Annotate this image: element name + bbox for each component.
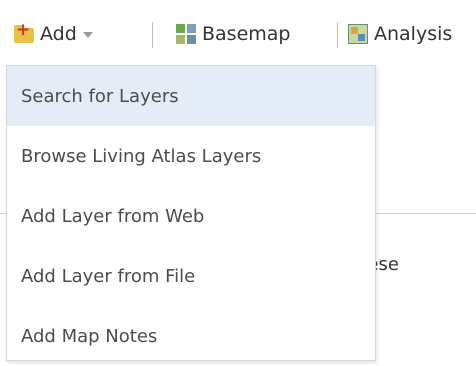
menu-item-search-for-layers[interactable]: Search for Layers xyxy=(7,66,375,126)
menu-item-label: Search for Layers xyxy=(21,85,179,107)
menu-item-add-layer-from-file[interactable]: Add Layer from File xyxy=(7,246,375,306)
menu-item-add-layer-from-web[interactable]: Add Layer from Web xyxy=(7,186,375,246)
toolbar: + Add Basemap Analysis xyxy=(0,0,476,64)
add-button[interactable]: + Add xyxy=(14,18,93,50)
menu-item-label: Add Layer from Web xyxy=(21,205,205,227)
add-button-label: Add xyxy=(40,23,77,45)
menu-item-add-map-notes[interactable]: Add Map Notes xyxy=(7,306,375,366)
analysis-button-label: Analysis xyxy=(374,23,453,45)
toolbar-separator xyxy=(337,22,338,48)
chevron-down-icon xyxy=(82,32,93,38)
toolbar-separator xyxy=(152,22,153,48)
analysis-button[interactable]: Analysis xyxy=(348,18,452,50)
menu-item-browse-living-atlas-layers[interactable]: Browse Living Atlas Layers xyxy=(7,126,375,186)
basemap-button-label: Basemap xyxy=(202,23,291,45)
menu-item-label: Add Map Notes xyxy=(21,325,158,347)
menu-item-label: Add Layer from File xyxy=(21,265,196,287)
basemap-grid-icon xyxy=(176,24,196,44)
analysis-icon xyxy=(348,24,368,44)
basemap-button[interactable]: Basemap xyxy=(176,18,290,50)
add-dropdown-menu: Search for Layers Browse Living Atlas La… xyxy=(6,65,376,361)
add-folder-icon: + xyxy=(14,22,34,43)
menu-item-label: Browse Living Atlas Layers xyxy=(21,145,262,167)
